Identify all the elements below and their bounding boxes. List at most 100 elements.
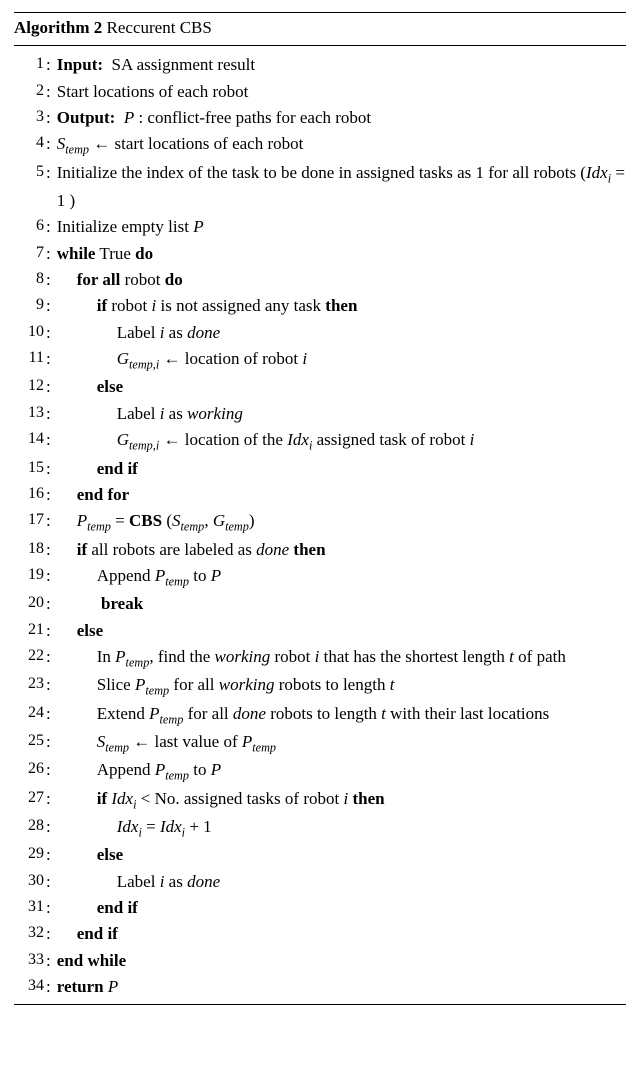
line-number: 20 [14,591,46,616]
line-colon: : [46,131,57,157]
line-number: 34 [14,974,46,999]
line-number: 10 [14,320,46,345]
line-content: Start locations of each robot [57,79,626,105]
line-number: 26 [14,757,46,782]
line-colon: : [46,214,57,240]
line-number: 33 [14,948,46,973]
line-content: if all robots are labeled as done then [57,537,626,563]
line-number: 21 [14,618,46,643]
line-content: Append Ptemp to P [57,563,626,591]
line-colon: : [46,948,57,974]
algo-line: 4:Stemp ← start locations of each robot [14,131,626,159]
algo-line: 2:Start locations of each robot [14,79,626,105]
algorithm-title-row: Algorithm 2 Reccurent CBS [14,13,626,46]
line-colon: : [46,974,57,1000]
line-content: else [57,842,626,868]
line-number: 6 [14,214,46,239]
algo-line: 7:while True do [14,241,626,267]
line-content: Slice Ptemp for all working robots to le… [57,672,626,700]
algo-line: 22:In Ptemp, find the working robot i th… [14,644,626,672]
line-colon: : [46,591,57,617]
algo-line: 34:return P [14,974,626,1000]
line-number: 4 [14,131,46,156]
line-colon: : [46,729,57,755]
line-content: Output: P : conflict-free paths for each… [57,105,626,131]
line-colon: : [46,105,57,131]
algo-line: 5:Initialize the index of the task to be… [14,160,626,215]
line-colon: : [46,346,57,372]
line-number: 19 [14,563,46,588]
line-content: Gtemp,i ← location of robot i [57,346,626,374]
line-colon: : [46,293,57,319]
algo-line: 1:Input: SA assignment result [14,52,626,78]
algo-line: 15:end if [14,456,626,482]
algo-line: 9:if robot i is not assigned any task th… [14,293,626,319]
algo-line: 25:Stemp ← last value of Ptemp [14,729,626,757]
algo-line: 3:Output: P : conflict-free paths for ea… [14,105,626,131]
line-number: 22 [14,644,46,669]
algo-line: 12:else [14,374,626,400]
algorithm-block: Algorithm 2 Reccurent CBS 1:Input: SA as… [14,12,626,1005]
line-colon: : [46,374,57,400]
line-colon: : [46,618,57,644]
line-content: Gtemp,i ← location of the Idxi assigned … [57,427,626,455]
algo-line: 13:Label i as working [14,401,626,427]
line-colon: : [46,563,57,589]
line-colon: : [46,672,57,698]
line-number: 27 [14,786,46,811]
algo-line: 31:end if [14,895,626,921]
algo-line: 21:else [14,618,626,644]
line-content: for all robot do [57,267,626,293]
line-colon: : [46,401,57,427]
line-number: 5 [14,160,46,185]
line-content: end if [57,921,626,947]
line-number: 7 [14,241,46,266]
line-content: end while [57,948,626,974]
algo-line: 33:end while [14,948,626,974]
line-content: Idxi = Idxi + 1 [57,814,626,842]
algo-line: 30:Label i as done [14,869,626,895]
algorithm-title: Reccurent CBS [107,18,212,37]
line-number: 15 [14,456,46,481]
line-number: 2 [14,79,46,104]
line-number: 3 [14,105,46,130]
line-number: 16 [14,482,46,507]
algo-line: 19:Append Ptemp to P [14,563,626,591]
algo-line: 18:if all robots are labeled as done the… [14,537,626,563]
line-colon: : [46,757,57,783]
algo-line: 11:Gtemp,i ← location of robot i [14,346,626,374]
line-number: 30 [14,869,46,894]
line-number: 29 [14,842,46,867]
algo-line: 26:Append Ptemp to P [14,757,626,785]
line-number: 17 [14,508,46,533]
line-number: 24 [14,701,46,726]
line-number: 18 [14,537,46,562]
algo-line: 27:if Idxi < No. assigned tasks of robot… [14,786,626,814]
line-colon: : [46,786,57,812]
line-colon: : [46,921,57,947]
line-colon: : [46,869,57,895]
line-content: Append Ptemp to P [57,757,626,785]
algo-line: 24:Extend Ptemp for all done robots to l… [14,701,626,729]
algo-line: 32:end if [14,921,626,947]
line-content: if Idxi < No. assigned tasks of robot i … [57,786,626,814]
line-colon: : [46,482,57,508]
line-number: 13 [14,401,46,426]
line-number: 12 [14,374,46,399]
line-content: end if [57,456,626,482]
algo-line: 6:Initialize empty list P [14,214,626,240]
line-colon: : [46,79,57,105]
line-content: else [57,374,626,400]
line-colon: : [46,701,57,727]
line-content: if robot i is not assigned any task then [57,293,626,319]
line-number: 28 [14,814,46,839]
line-colon: : [46,427,57,453]
algo-line: 29:else [14,842,626,868]
line-content: Stemp ← last value of Ptemp [57,729,626,757]
line-colon: : [46,644,57,670]
line-content: end if [57,895,626,921]
line-number: 8 [14,267,46,292]
line-content: Initialize the index of the task to be d… [57,160,626,215]
algorithm-body: 1:Input: SA assignment result2:Start loc… [14,46,626,1004]
line-content: Ptemp = CBS (Stemp, Gtemp) [57,508,626,536]
